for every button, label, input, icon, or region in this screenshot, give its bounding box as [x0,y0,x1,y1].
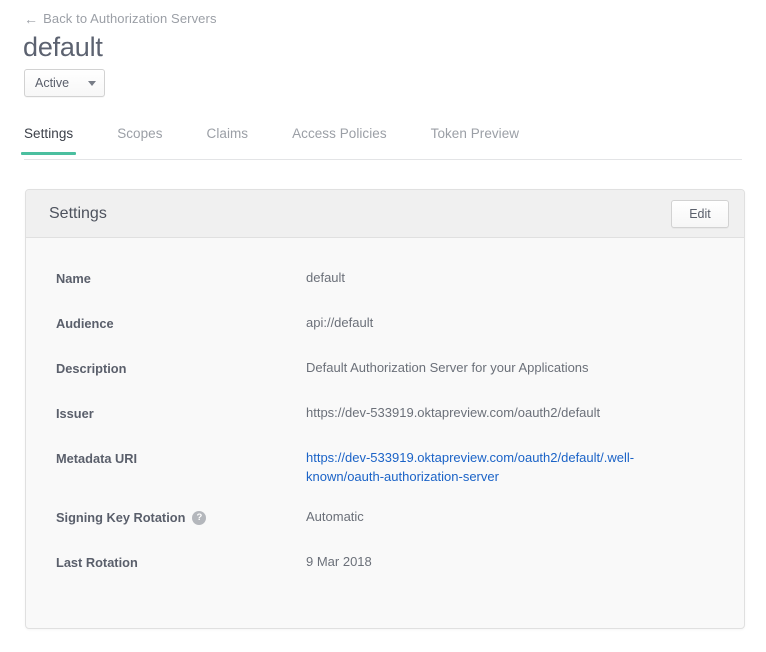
detail-value: https://dev-533919.oktapreview.com/oauth… [306,403,600,422]
edit-button[interactable]: Edit [671,200,729,228]
detail-label: Metadata URI [56,448,306,468]
chevron-down-icon [88,81,96,86]
panel-title: Settings [49,205,107,223]
detail-label-text: Audience [56,314,114,333]
authorization-server-detail-page: ← Back to Authorization Servers default … [0,0,766,652]
arrow-left-icon: ← [24,12,38,26]
detail-label: Signing Key Rotation? [56,507,306,527]
detail-row: Name default [26,268,744,292]
status-dropdown-value: Active [35,76,69,90]
tab-scopes[interactable]: Scopes [117,126,162,154]
detail-label: Name [56,268,306,288]
page-title: default [23,31,103,63]
detail-value: Automatic [306,507,364,526]
tab-access-policies[interactable]: Access Policies [292,126,387,154]
detail-row: Description Default Authorization Server … [26,358,744,382]
detail-value: default [306,268,345,287]
tab-claims[interactable]: Claims [207,126,249,154]
back-link-label: Back to Authorization Servers [43,11,216,26]
detail-value: Default Authorization Server for your Ap… [306,358,589,377]
detail-label: Audience [56,313,306,333]
detail-label-text: Description [56,359,126,378]
detail-label: Description [56,358,306,378]
detail-label-text: Signing Key Rotation [56,508,185,527]
tab-settings[interactable]: Settings [24,126,73,154]
detail-label: Issuer [56,403,306,423]
detail-value-link[interactable]: https://dev-533919.oktapreview.com/oauth… [306,448,656,486]
panel-header: Settings Edit [26,190,744,238]
status-dropdown[interactable]: Active [24,69,105,97]
settings-panel: Settings Edit Name default Audience api://d… [25,189,745,629]
tab-bar: Settings Scopes Claims Access Policies Token… [24,126,742,160]
detail-value: 9 Mar 2018 [306,552,372,571]
detail-row: Audience api://default [26,313,744,337]
help-icon[interactable]: ? [192,511,206,525]
detail-label: Last Rotation [56,552,306,572]
detail-label-text: Name [56,269,91,288]
detail-row: Metadata URI https://dev-533919.oktaprevi… [26,448,744,486]
settings-detail-list: Name default Audience api://default Descript… [26,238,744,576]
detail-label-text: Metadata URI [56,449,137,468]
detail-row: Issuer https://dev-533919.oktapreview.com… [26,403,744,427]
detail-value: api://default [306,313,373,332]
detail-row: Signing Key Rotation?Automatic [26,507,744,531]
detail-label-text: Issuer [56,404,94,423]
detail-label-text: Last Rotation [56,553,138,572]
detail-row: Last Rotation 9 Mar 2018 [26,552,744,576]
back-to-authorization-servers-link[interactable]: ← Back to Authorization Servers [24,11,217,26]
tab-token-preview[interactable]: Token Preview [431,126,519,154]
